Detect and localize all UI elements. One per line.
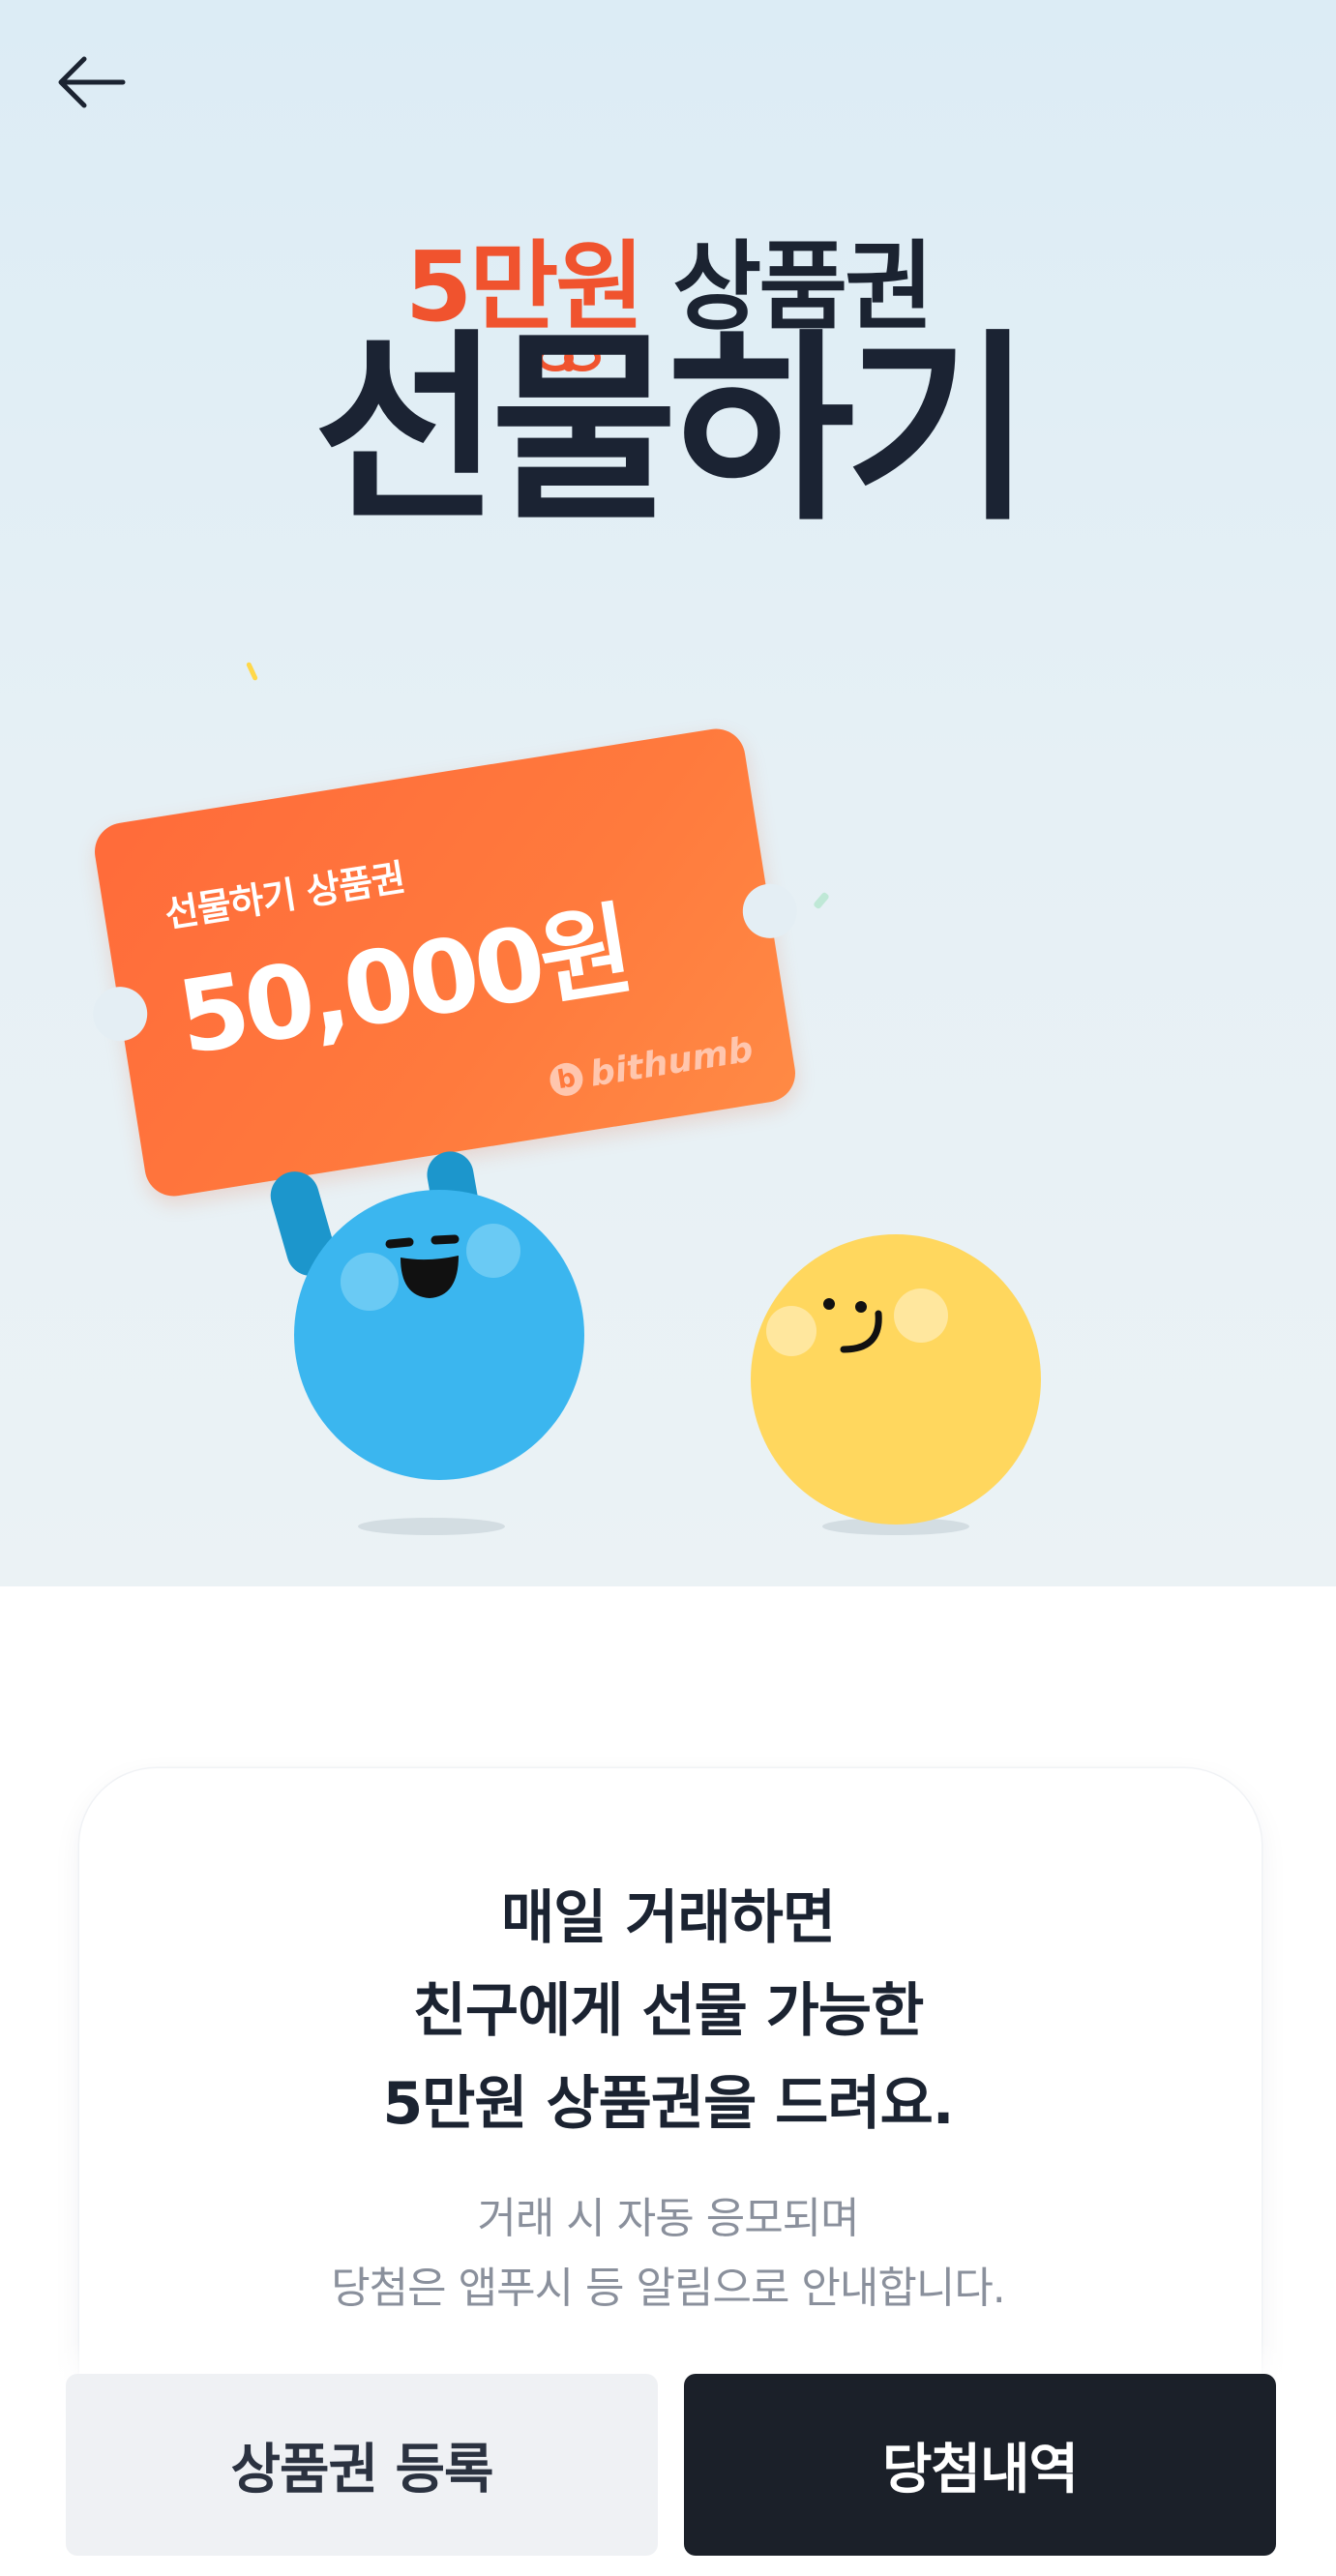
yellow-ball-character	[751, 1234, 1041, 1535]
hero-banner: 5만원 상품권 선물하기 선물하기 상품권 50,000원 b bithumb	[0, 0, 1336, 1586]
confetti-yellow	[246, 661, 258, 682]
blue-ball-character	[270, 1151, 584, 1535]
page-title: 선물하기	[313, 311, 1032, 548]
card-title-line: 5만원 상품권을 드려요.	[382, 2070, 954, 2138]
confetti-green	[813, 891, 830, 910]
card-title: 매일 거래하면 친구에게 선물 가능한 5만원 상품권을 드려요.	[0, 1872, 1336, 2150]
card-description-line: 거래 시 자동 응모되며	[477, 2194, 859, 2243]
card-description: 거래 시 자동 응모되며 당첨은 앱푸시 등 알림으로 안내합니다.	[0, 2184, 1336, 2324]
gift-voucher-ticket: 선물하기 상품권 50,000원 b bithumb	[89, 725, 801, 1200]
bithumb-logo-icon: b	[548, 1059, 585, 1098]
winning-history-button[interactable]: 당첨내역	[684, 2374, 1276, 2556]
arrow-left-icon	[58, 56, 126, 108]
card-title-line: 친구에게 선물 가능한	[412, 1977, 925, 2045]
brand-name: bithumb	[586, 1029, 757, 1095]
bithumb-logo: b bithumb	[548, 1029, 757, 1102]
card-title-line: 매일 거래하면	[500, 1884, 836, 1952]
back-button[interactable]	[39, 29, 145, 135]
register-voucher-button[interactable]: 상품권 등록	[66, 2374, 658, 2556]
card-description-line: 당첨은 앱푸시 등 알림으로 안내합니다.	[331, 2264, 1006, 2313]
